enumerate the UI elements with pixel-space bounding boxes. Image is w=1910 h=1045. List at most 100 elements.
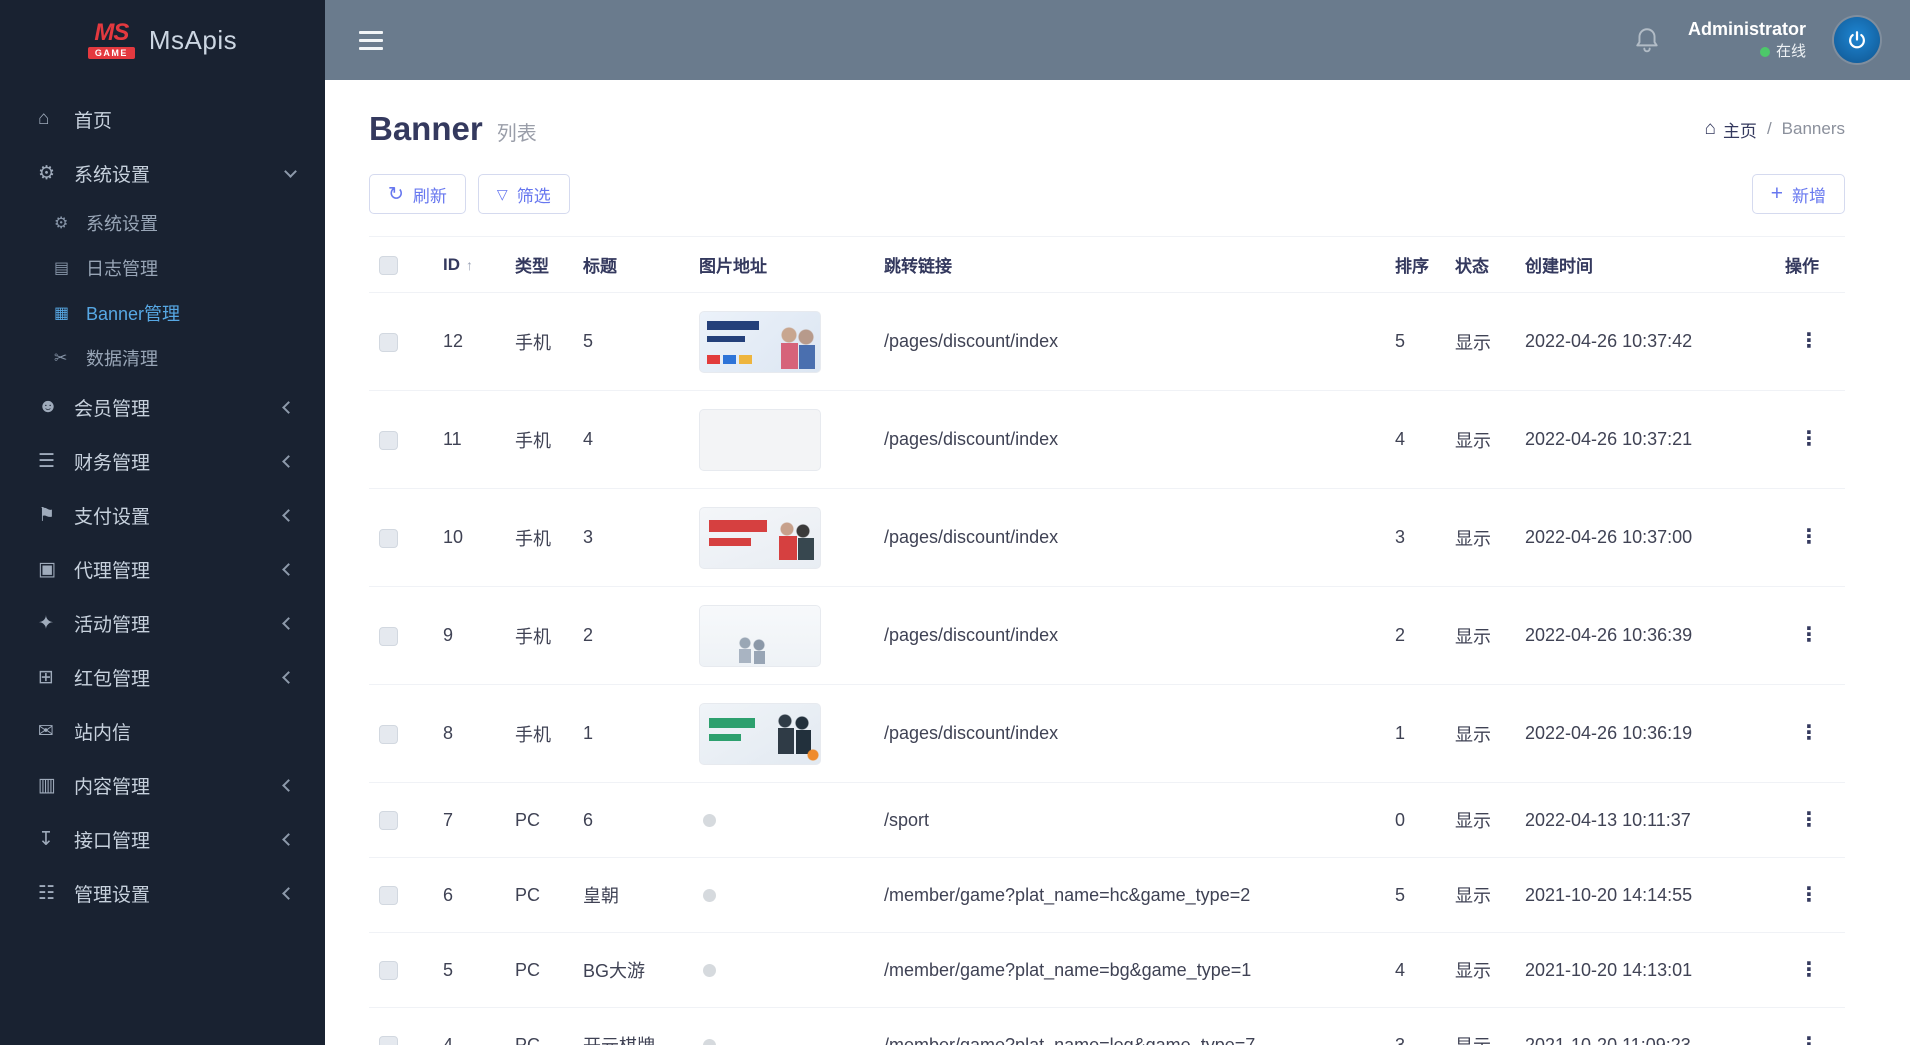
row-checkbox[interactable] — [379, 528, 398, 548]
cell-title: 4 — [573, 390, 689, 489]
sidebar-item-log-management[interactable]: ▤ 日志管理 — [0, 245, 325, 290]
sidebar-item-banner-management[interactable]: ▦ Banner管理 — [0, 290, 325, 335]
cell-link: /member/game?plat_name=leg&game_type=7 — [874, 1007, 1385, 1045]
cell-status: 显示 — [1445, 1007, 1515, 1045]
row-actions-menu[interactable] — [1799, 885, 1819, 905]
cell-link: /member/game?plat_name=bg&game_type=1 — [874, 932, 1385, 1008]
banner-thumbnail[interactable] — [703, 964, 716, 978]
sidebar-item-system-settings-sub[interactable]: ⚙ 系统设置 — [0, 200, 325, 245]
online-status-dot — [1759, 47, 1770, 58]
sidebar-item-label: 会员管理 — [74, 398, 151, 420]
select-all-checkbox[interactable] — [379, 255, 398, 275]
home-icon: ⌂ — [38, 108, 50, 129]
banner-thumbnail[interactable] — [699, 408, 821, 471]
filter-button[interactable]: 筛选 — [477, 174, 570, 214]
row-checkbox[interactable] — [379, 811, 398, 831]
sidebar-item-system-settings[interactable]: ⚙ 系统设置 — [0, 146, 325, 200]
cell-id: 4 — [433, 1007, 505, 1045]
logo-ms-text: MS — [94, 19, 129, 46]
sidebar-item-site-mail[interactable]: ✉ 站内信 — [0, 704, 325, 758]
table-row: 12 手机 5 /pages/discount/index 5 显示 2022-… — [369, 292, 1845, 391]
cell-title: BG大游 — [573, 932, 689, 1008]
row-checkbox[interactable] — [379, 724, 398, 744]
image-icon: ▦ — [54, 304, 70, 322]
row-actions-menu[interactable] — [1799, 1035, 1819, 1045]
banner-thumbnail[interactable] — [699, 310, 821, 373]
column-header-id[interactable]: ID — [433, 236, 505, 293]
banner-thumbnail[interactable] — [699, 604, 821, 667]
row-checkbox[interactable] — [379, 1036, 398, 1045]
avatar[interactable] — [1834, 17, 1880, 63]
chevron-down-icon — [284, 164, 297, 178]
table-row: 9 手机 2 /pages/discount/index 2 显示 2022-0… — [369, 586, 1845, 685]
sidebar-item-payment-settings[interactable]: ⚑ 支付设置 — [0, 488, 325, 542]
banner-thumbnail[interactable] — [703, 1039, 716, 1045]
cell-id: 7 — [433, 782, 505, 858]
banner-thumbnail[interactable] — [699, 702, 821, 765]
column-header-image: 图片地址 — [689, 236, 874, 293]
cell-created: 2022-04-26 10:37:42 — [1515, 292, 1775, 391]
row-checkbox[interactable] — [379, 626, 398, 646]
sidebar-item-agent-management[interactable]: ▣ 代理管理 — [0, 542, 325, 596]
row-actions-menu[interactable] — [1799, 723, 1819, 743]
row-actions-menu[interactable] — [1799, 527, 1819, 547]
cell-link: /pages/discount/index — [874, 488, 1385, 587]
row-actions-menu[interactable] — [1799, 625, 1819, 645]
logo-game-badge: GAME — [87, 47, 135, 59]
sidebar-item-api-management[interactable]: ↧ 接口管理 — [0, 812, 325, 866]
cell-sort: 3 — [1385, 1007, 1445, 1045]
row-actions-menu[interactable] — [1799, 810, 1819, 830]
table-row: 4 PC 开元棋牌 /member/game?plat_name=leg&gam… — [369, 1007, 1845, 1045]
row-actions-menu[interactable] — [1799, 429, 1819, 449]
cell-title: 5 — [573, 292, 689, 391]
breadcrumb-home-label: 主页 — [1722, 121, 1757, 141]
sidebar-item-admin-settings[interactable]: ☷ 管理设置 — [0, 866, 325, 920]
sidebar-item-content-management[interactable]: ▥ 内容管理 — [0, 758, 325, 812]
sidebar-item-member-management[interactable]: ☻ 会员管理 — [0, 380, 325, 434]
sidebar-item-redpacket-management[interactable]: ⊞ 红包管理 — [0, 650, 325, 704]
cell-type: PC — [505, 857, 573, 933]
cell-status: 显示 — [1445, 292, 1515, 391]
cell-type: 手机 — [505, 390, 573, 489]
menu-toggle-button[interactable] — [359, 30, 385, 50]
sidebar-item-data-cleanup[interactable]: ✂ 数据清理 — [0, 335, 325, 380]
cell-id: 5 — [433, 932, 505, 1008]
cell-id: 11 — [433, 390, 505, 489]
row-actions-menu[interactable] — [1799, 960, 1819, 980]
notifications-bell-icon[interactable] — [1634, 26, 1660, 54]
cell-type: 手机 — [505, 488, 573, 587]
address-book-icon: ☷ — [38, 882, 56, 904]
breadcrumb-home-link[interactable]: 主页 — [1704, 117, 1757, 142]
row-actions-menu[interactable] — [1799, 331, 1819, 351]
sidebar-item-home[interactable]: ⌂ 首页 — [0, 92, 325, 146]
banner-thumbnail[interactable] — [703, 889, 716, 903]
app-name: MsApis — [148, 24, 238, 55]
chevron-left-icon — [282, 400, 295, 414]
column-header-created: 创建时间 — [1515, 236, 1775, 293]
cell-status: 显示 — [1445, 684, 1515, 783]
cell-sort: 5 — [1385, 292, 1445, 391]
toolbar: 刷新 筛选 新增 — [369, 174, 1845, 214]
chevron-left-icon — [282, 454, 295, 468]
chevron-left-icon — [282, 616, 295, 630]
cell-status: 显示 — [1445, 488, 1515, 587]
cell-id: 8 — [433, 684, 505, 783]
row-checkbox[interactable] — [379, 886, 398, 906]
refresh-button[interactable]: 刷新 — [369, 174, 466, 214]
sidebar-item-label: 支付设置 — [74, 506, 151, 528]
banner-table: ID 类型 标题 图片地址 跳转链接 排序 状态 创建时间 操作 12 手机 5… — [369, 236, 1845, 1045]
sidebar-item-label: 财务管理 — [74, 452, 151, 474]
add-button[interactable]: 新增 — [1751, 174, 1845, 214]
sidebar-item-activity-management[interactable]: ✦ 活动管理 — [0, 596, 325, 650]
page-subtitle: 列表 — [496, 123, 537, 145]
sidebar-item-finance-management[interactable]: ☰ 财务管理 — [0, 434, 325, 488]
copy-icon: ▥ — [38, 774, 56, 796]
row-checkbox[interactable] — [379, 961, 398, 981]
banner-thumbnail[interactable] — [703, 814, 716, 828]
banner-thumbnail[interactable] — [699, 506, 821, 569]
cell-created: 2021-10-20 14:14:55 — [1515, 857, 1775, 933]
sidebar-item-label: 管理设置 — [74, 884, 151, 906]
brand[interactable]: MS GAME MsApis — [0, 0, 325, 80]
row-checkbox[interactable] — [379, 332, 398, 352]
row-checkbox[interactable] — [379, 430, 398, 450]
